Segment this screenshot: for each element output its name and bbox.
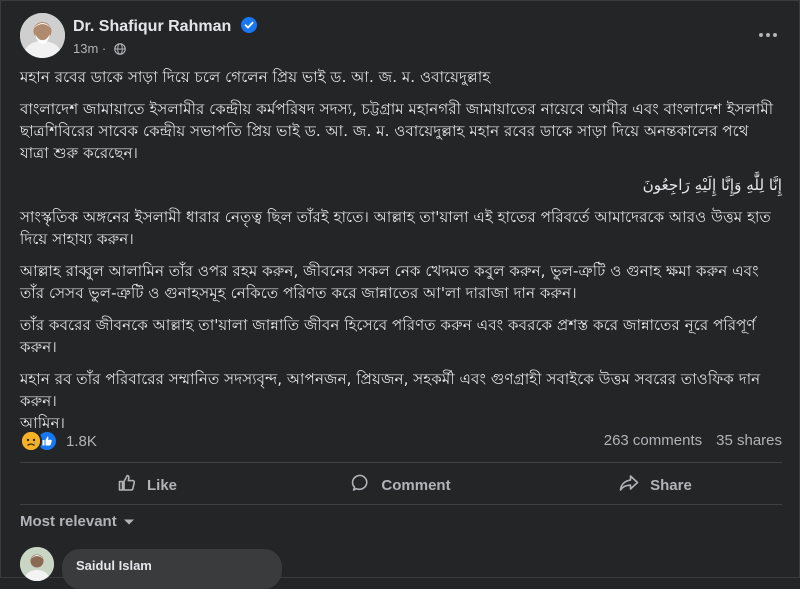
post-paragraph: মহান রবের ডাকে সাড়া দিয়ে চলে গেলেন প্র… xyxy=(20,68,491,86)
post-paragraph: তাঁর কবরের জীবনকে আল্লাহ তা'য়ালা জান্না… xyxy=(20,316,756,356)
commenter-name[interactable]: Saidul Islam xyxy=(76,558,152,573)
share-label: Share xyxy=(650,476,692,494)
post-paragraph: বাংলাদেশ জামায়াতে ইসলামীর কেন্দ্রীয় কর… xyxy=(20,100,774,162)
comments-count[interactable]: 263 comments xyxy=(604,432,702,449)
post-body: মহান রবের ডাকে সাড়া দিয়ে চলে গেলেন প্র… xyxy=(20,66,782,434)
divider xyxy=(20,504,782,505)
thumbs-up-icon xyxy=(117,473,137,497)
comment-bubble-icon xyxy=(351,473,371,497)
post-paragraph: সাংস্কৃতিক অঙ্গনের ইসলামী ধারার নেতৃত্ব … xyxy=(20,208,771,248)
author-name-text[interactable]: Dr. Shafiqur Rahman xyxy=(73,18,231,35)
post-stats: 1.8K 263 comments 35 shares xyxy=(20,429,782,455)
like-button[interactable]: Like xyxy=(20,467,274,503)
caret-down-icon xyxy=(123,513,135,530)
post-header: Dr. Shafiqur Rahman 13m · xyxy=(20,13,783,59)
comment-label: Comment xyxy=(381,476,451,494)
comment-bubble: Saidul Islam xyxy=(62,549,282,589)
arabic-verse: إِنَّا لِلَّٰهِ وَإِنَّا إِلَيْهِ رَاجِع… xyxy=(642,176,782,194)
verified-badge-icon xyxy=(240,17,257,38)
like-label: Like xyxy=(146,476,177,494)
sad-reaction-icon xyxy=(20,430,42,452)
engagement-counts: 263 comments 35 shares xyxy=(604,432,782,449)
share-button[interactable]: Share xyxy=(528,467,782,503)
comment-sort-dropdown[interactable]: Most relevant xyxy=(20,513,135,530)
post-actions: Like Comment Share xyxy=(20,467,782,503)
post-paragraph: মহান রব তাঁর পরিবারের সম্মানিত সদস্যবৃন্… xyxy=(20,370,761,410)
post-card: Dr. Shafiqur Rahman 13m · মহান রবের ডাকে… xyxy=(0,0,800,589)
globe-icon xyxy=(114,43,126,58)
reactions-summary[interactable]: 1.8K xyxy=(20,430,97,452)
post-paragraph: আল্লাহ রাব্বুল আলামিন তাঁর ওপর রহম করুন,… xyxy=(20,262,759,302)
more-options-icon[interactable] xyxy=(753,23,783,47)
sort-label: Most relevant xyxy=(20,513,117,530)
reaction-count[interactable]: 1.8K xyxy=(66,433,97,450)
commenter-avatar[interactable] xyxy=(20,547,54,581)
post-meta: 13m · xyxy=(73,41,126,58)
post-time[interactable]: 13m xyxy=(73,41,98,56)
divider xyxy=(20,462,782,463)
share-arrow-icon xyxy=(618,473,640,497)
author-name[interactable]: Dr. Shafiqur Rahman xyxy=(73,17,257,38)
author-avatar[interactable] xyxy=(20,13,65,58)
shares-count[interactable]: 35 shares xyxy=(716,432,782,449)
comment-button[interactable]: Comment xyxy=(274,467,528,503)
